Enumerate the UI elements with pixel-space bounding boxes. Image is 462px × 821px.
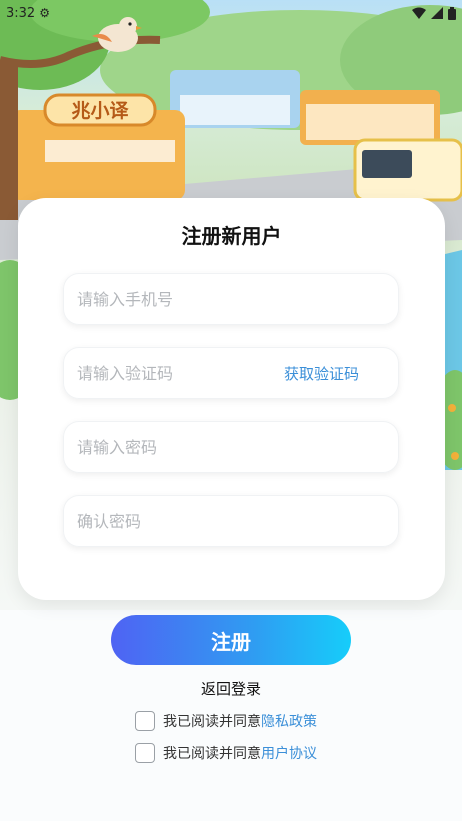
privacy-checkbox[interactable] bbox=[135, 711, 155, 731]
privacy-agreement-row: 我已阅读并同意隐私政策 bbox=[135, 711, 317, 731]
verification-code-input[interactable] bbox=[75, 362, 284, 384]
phone-field[interactable] bbox=[63, 273, 399, 325]
confirm-password-input[interactable] bbox=[75, 510, 387, 532]
shop-sign: 兆小译 bbox=[71, 100, 129, 122]
page-title: 注册新用户 bbox=[181, 224, 282, 248]
agreement-prefix: 我已阅读并同意 bbox=[163, 714, 261, 730]
confirm-password-field[interactable] bbox=[63, 495, 399, 547]
phone-input[interactable] bbox=[75, 288, 387, 310]
verification-code-field[interactable]: 获取验证码 bbox=[63, 347, 399, 399]
settings-gear-icon: ⚙ bbox=[39, 6, 50, 20]
register-card: 注册新用户 获取验证码 bbox=[18, 198, 445, 600]
get-code-button[interactable]: 获取验证码 bbox=[284, 363, 359, 384]
battery-icon bbox=[448, 6, 456, 20]
signal-icon bbox=[431, 7, 443, 19]
privacy-policy-link[interactable]: 隐私政策 bbox=[261, 714, 317, 730]
status-time: 3:32 bbox=[6, 5, 36, 21]
back-to-login-link[interactable]: 返回登录 bbox=[0, 678, 462, 699]
password-input[interactable] bbox=[75, 436, 387, 458]
agreement-prefix: 我已阅读并同意 bbox=[163, 746, 261, 762]
user-agreement-link[interactable]: 用户协议 bbox=[261, 746, 317, 762]
status-bar: 3:32 ⚙ bbox=[0, 0, 462, 26]
register-button[interactable]: 注册 bbox=[111, 615, 351, 665]
wifi-icon bbox=[412, 7, 426, 19]
password-field[interactable] bbox=[63, 421, 399, 473]
terms-checkbox[interactable] bbox=[135, 743, 155, 763]
terms-agreement-row: 我已阅读并同意用户协议 bbox=[135, 743, 317, 763]
